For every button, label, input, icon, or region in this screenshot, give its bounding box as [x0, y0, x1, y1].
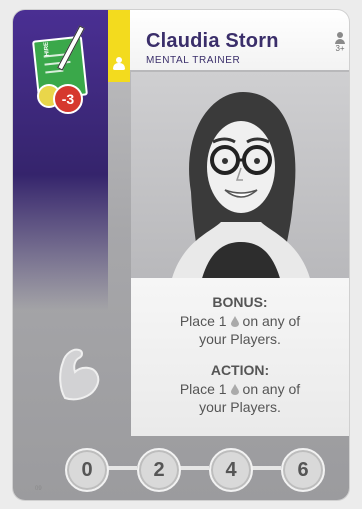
text-panel: BONUS: Place 1 on any of your Players. AC…	[131, 278, 349, 436]
player-count-icon: 3+	[333, 32, 347, 53]
level-medal-0: 0	[65, 448, 109, 492]
staff-card[interactable]: Claudia Storn MENTAL TRAINER 3+ HIRE -3	[13, 10, 349, 500]
level-medal-6: 6	[281, 448, 325, 492]
action-title: ACTION:	[210, 362, 270, 378]
action-line1-after: on any of	[242, 381, 301, 397]
cost-badge: -3	[53, 84, 83, 114]
yellow-stripe	[108, 10, 130, 82]
drop-icon	[230, 384, 239, 395]
level-medal-2: 2	[137, 448, 181, 492]
player-count: 3+	[335, 44, 345, 53]
level-medal-4: 4	[209, 448, 253, 492]
portrait-illustration	[171, 92, 311, 282]
bonus-line1-after: on any of	[242, 313, 301, 329]
muscle-icon	[59, 348, 100, 401]
card-role: MENTAL TRAINER	[146, 55, 241, 66]
portrait	[131, 72, 349, 282]
bonus-text: Place 1 on any of your Players.	[131, 312, 349, 348]
card-id: 09	[35, 486, 42, 492]
action-line2: your Players.	[199, 399, 281, 415]
bonus-line2: your Players.	[199, 331, 281, 347]
action-line1: Place 1	[179, 381, 227, 397]
card-name: Claudia Storn	[146, 30, 279, 52]
bonus-line1: Place 1	[179, 313, 227, 329]
drop-icon	[230, 316, 239, 327]
bonus-title: BONUS:	[212, 294, 268, 310]
action-text: Place 1 on any of your Players.	[131, 380, 349, 416]
level-track: 0 2 4 6	[65, 442, 335, 492]
person-icon	[111, 57, 127, 71]
